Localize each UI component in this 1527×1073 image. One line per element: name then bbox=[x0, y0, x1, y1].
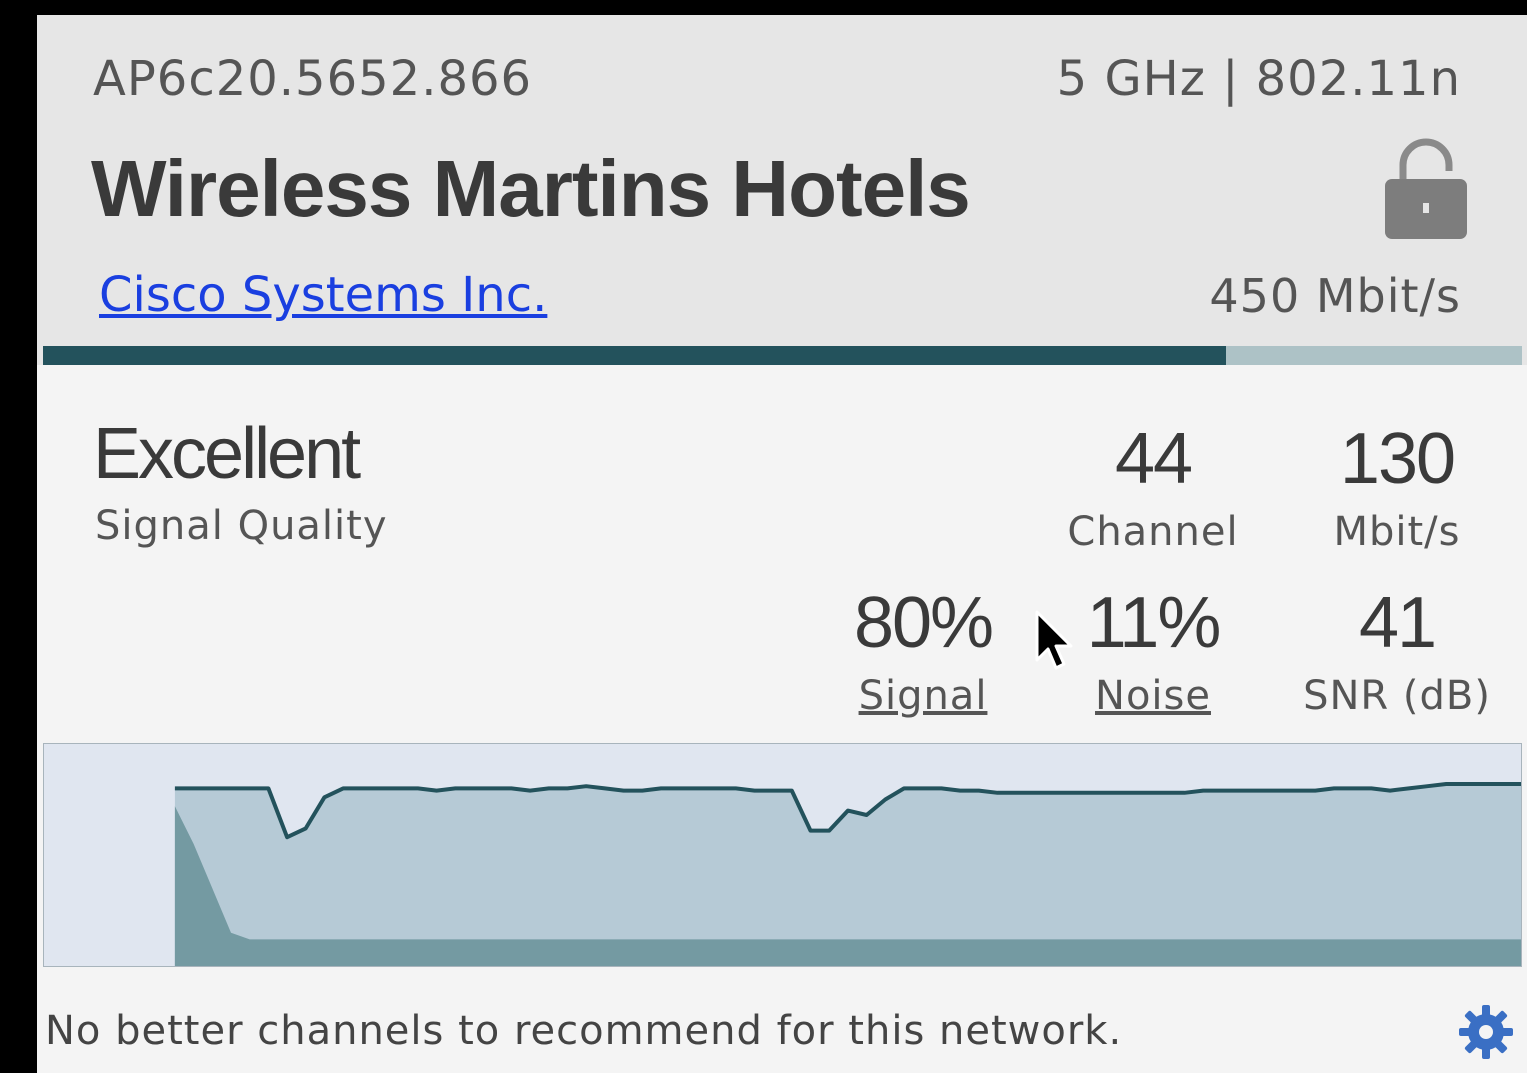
rate-stat: 130 Mbit/s bbox=[1287, 419, 1507, 557]
signal-history-chart bbox=[43, 743, 1522, 967]
rate-value: 130 bbox=[1339, 419, 1456, 499]
signal-history-svg bbox=[174, 782, 1521, 966]
signal-quality-label: Signal Quality bbox=[95, 503, 388, 549]
lock-icon bbox=[1385, 138, 1467, 239]
channel-label: Channel bbox=[1067, 509, 1239, 555]
channel-value: 44 bbox=[1114, 419, 1193, 499]
band-mode-label: 5 GHz | 802.11n bbox=[1056, 51, 1461, 107]
channel-stat: 44 Channel bbox=[1043, 419, 1263, 557]
gear-icon[interactable] bbox=[1457, 1003, 1515, 1061]
recommendation-message: No better channels to recommend for this… bbox=[45, 1008, 1123, 1054]
network-details-panel: AP6c20.5652.866 5 GHz | 802.11n Wireless… bbox=[37, 15, 1527, 1073]
mouse-cursor-icon bbox=[1035, 610, 1073, 670]
bssid-label: AP6c20.5652.866 bbox=[93, 51, 533, 107]
noise-link[interactable]: Noise bbox=[1043, 671, 1263, 721]
signal-quality-value: Excellent bbox=[93, 414, 361, 494]
snr-stat: 41 SNR (dB) bbox=[1287, 583, 1507, 721]
signal-link[interactable]: Signal bbox=[813, 671, 1033, 721]
rate-progress-bar bbox=[43, 346, 1522, 365]
signal-stat: 80% Signal bbox=[813, 583, 1033, 721]
noise-value: 11% bbox=[1086, 583, 1222, 663]
vendor-link[interactable]: Cisco Systems Inc. bbox=[99, 267, 547, 323]
rate-progress-fill bbox=[43, 346, 1227, 365]
rate-unit-label: Mbit/s bbox=[1333, 509, 1461, 555]
network-header: AP6c20.5652.866 5 GHz | 802.11n Wireless… bbox=[37, 15, 1527, 365]
signal-value: 80% bbox=[853, 583, 994, 663]
noise-stat: 11% Noise bbox=[1043, 583, 1263, 721]
snr-label: SNR (dB) bbox=[1303, 673, 1491, 719]
network-name: Wireless Martins Hotels bbox=[91, 144, 971, 233]
max-rate-label: 450 Mbit/s bbox=[1209, 269, 1461, 323]
snr-value: 41 bbox=[1358, 583, 1437, 663]
